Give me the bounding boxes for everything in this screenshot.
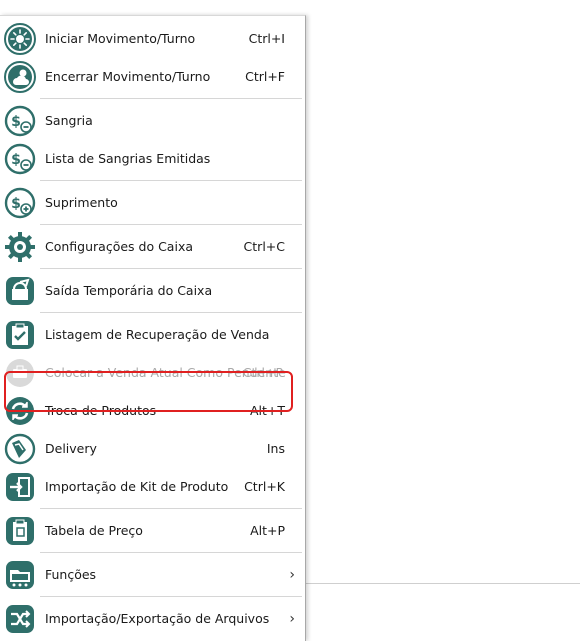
menu-separator [40, 268, 302, 269]
menu-item-label: Importação/Exportação de Arquivos [45, 611, 270, 626]
menu-item-label: Listagem de Recuperação de Venda [45, 327, 270, 342]
menu-item-label: Lista de Sangrias Emitidas [45, 151, 211, 166]
menu-item-funcoes[interactable]: Funções › [0, 556, 305, 594]
menu-item-delivery[interactable]: Delivery Ins [0, 430, 305, 468]
menu-separator [40, 180, 302, 181]
menu-item-label: Delivery [45, 441, 97, 456]
svg-text:$: $ [11, 152, 21, 168]
menu-item-saida-temporaria[interactable]: Saída Temporária do Caixa [0, 272, 305, 310]
menu-item-configuracoes-caixa[interactable]: Configurações do Caixa Ctrl+C [0, 228, 305, 266]
checklist-icon [4, 319, 36, 351]
chevron-right-icon: › [289, 611, 295, 627]
menu-item-label: Configurações do Caixa [45, 239, 193, 254]
context-menu: Iniciar Movimento/Turno Ctrl+I Encerrar … [0, 15, 306, 641]
menu-item-label: Saída Temporária do Caixa [45, 283, 213, 298]
import-icon [4, 471, 36, 503]
menu-separator [40, 312, 302, 313]
chevron-right-icon: › [289, 567, 295, 583]
svg-text:$: $ [11, 196, 21, 212]
menu-item-label: Iniciar Movimento/Turno [45, 31, 196, 46]
menu-separator [40, 508, 302, 509]
menu-item-shortcut: Ctrl+K [244, 479, 285, 494]
menu-separator [40, 224, 302, 225]
menu-item-shortcut: Ctrl+F [245, 69, 285, 84]
gear-icon [4, 231, 36, 263]
menu-item-importacao-exportacao[interactable]: Importação/Exportação de Arquivos › [0, 600, 305, 638]
menu-item-label: Tabela de Preço [45, 523, 143, 538]
menu-item-label: Encerrar Movimento/Turno [45, 69, 211, 84]
money-minus-icon: $ [4, 105, 36, 137]
menu-separator [40, 596, 302, 597]
menu-item-suprimento[interactable]: $ Suprimento [0, 184, 305, 222]
menu-item-listagem-recuperacao[interactable]: Listagem de Recuperação de Venda [0, 316, 305, 354]
menu-item-lista-sangrias[interactable]: $ Lista de Sangrias Emitidas [0, 140, 305, 178]
delivery-icon [4, 433, 36, 465]
money-plus-icon: $ [4, 187, 36, 219]
svg-text:$: $ [11, 114, 21, 130]
menu-item-label: Funções [45, 567, 97, 582]
sun-icon [4, 23, 36, 55]
highlight-annotation-box [4, 371, 293, 412]
money-minus-list-icon: $ [4, 143, 36, 175]
sun-cloud-icon [4, 61, 36, 93]
menu-item-sangria[interactable]: $ Sangria [0, 102, 305, 140]
functions-icon [4, 559, 36, 591]
menu-item-encerrar-movimento[interactable]: Encerrar Movimento/Turno Ctrl+F [0, 58, 305, 96]
import-export-icon [4, 603, 36, 635]
menu-item-label: Sangria [45, 113, 93, 128]
menu-separator [40, 552, 302, 553]
menu-item-label: Importação de Kit de Produto [45, 479, 229, 494]
menu-item-label: Suprimento [45, 195, 118, 210]
menu-item-tabela-preco[interactable]: Tabela de Preço Alt+P [0, 512, 305, 550]
menu-item-shortcut: Ctrl+C [243, 239, 285, 254]
price-table-icon [4, 515, 36, 547]
menu-separator [40, 98, 302, 99]
background-divider [300, 583, 580, 584]
menu-item-shortcut: Ins [266, 441, 285, 456]
menu-item-shortcut: Ctrl+I [248, 31, 285, 46]
menu-item-iniciar-movimento[interactable]: Iniciar Movimento/Turno Ctrl+I [0, 20, 305, 58]
menu-item-shortcut: Alt+P [250, 523, 285, 538]
menu-item-importacao-kit[interactable]: Importação de Kit de Produto Ctrl+K [0, 468, 305, 506]
exit-temporary-icon [4, 275, 36, 307]
